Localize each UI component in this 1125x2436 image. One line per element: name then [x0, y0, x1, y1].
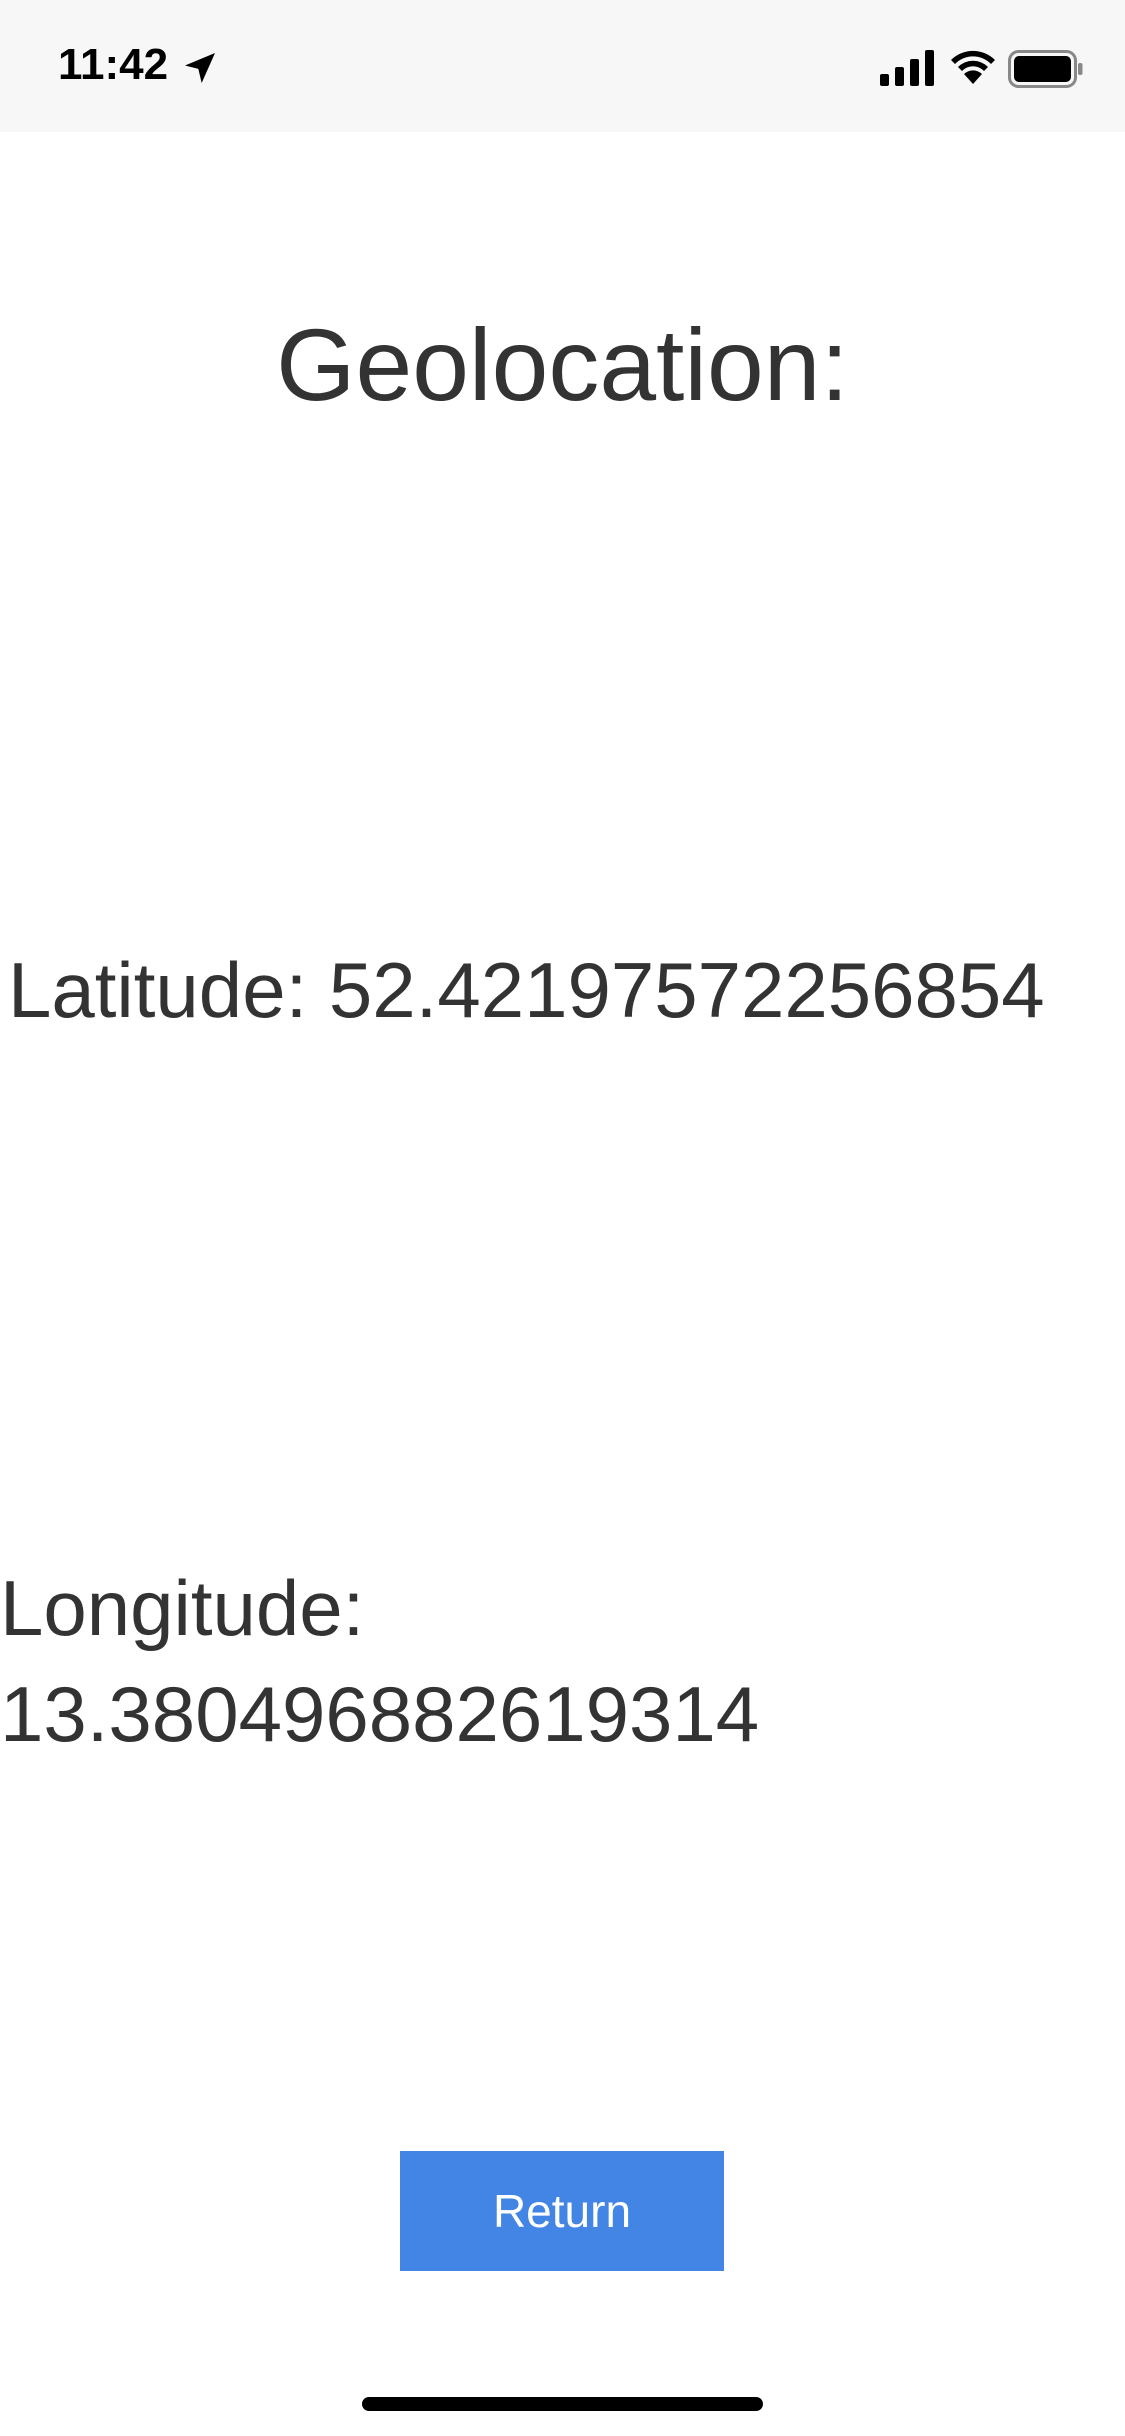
wifi-icon — [951, 50, 995, 84]
longitude-label: Longitude: — [0, 1564, 365, 1652]
return-button[interactable]: Return — [400, 2151, 724, 2271]
longitude-value: 13.380496882619314 — [0, 1670, 760, 1758]
home-indicator[interactable] — [362, 2397, 763, 2411]
longitude-block: Longitude: 13.380496882619314 — [0, 1555, 900, 1767]
cellular-signal-icon — [880, 50, 934, 86]
status-bar: 11:42 — [0, 0, 1125, 132]
location-arrow-icon — [185, 53, 215, 83]
latitude-text: Latitude: 52.42197572256854 — [8, 946, 1045, 1034]
page-title: Geolocation: — [276, 308, 849, 422]
status-time: 11:42 — [58, 40, 169, 89]
battery-icon — [1008, 50, 1083, 88]
